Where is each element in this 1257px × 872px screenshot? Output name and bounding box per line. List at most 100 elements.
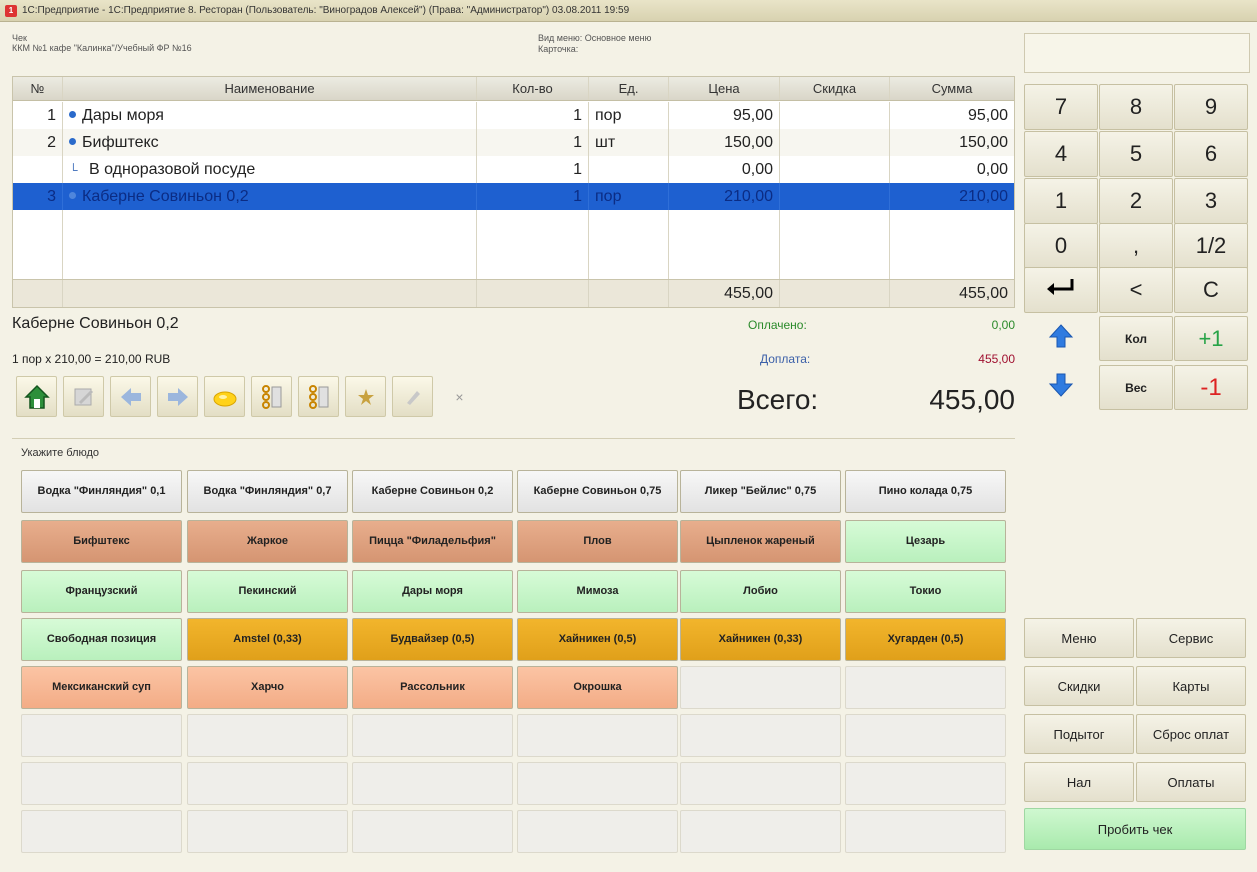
dish-button[interactable]: Будвайзер (0,5) <box>352 618 513 661</box>
dish-button[interactable]: Лобио <box>680 570 841 613</box>
column-header[interactable]: Кол-во <box>477 77 589 100</box>
key-9[interactable]: 9 <box>1174 84 1248 130</box>
dish-button[interactable]: Пицца "Филадельфия" <box>352 520 513 563</box>
empty-dish-slot <box>21 810 182 853</box>
sort-down-button[interactable] <box>298 376 339 417</box>
empty-dish-slot <box>517 714 678 757</box>
pencil-button[interactable] <box>392 376 433 417</box>
key-1[interactable]: 1 <box>1024 178 1098 224</box>
key-8[interactable]: 8 <box>1099 84 1173 130</box>
lemon-button[interactable] <box>204 376 245 417</box>
quantity-key[interactable]: Кол <box>1099 316 1173 361</box>
dish-button[interactable]: Цыпленок жареный <box>680 520 841 563</box>
dish-button[interactable]: Мимоза <box>517 570 678 613</box>
key-2[interactable]: 2 <box>1099 178 1173 224</box>
minus-one-key[interactable]: -1 <box>1174 365 1248 410</box>
kkm-info: ККМ №1 кафе "Калинка"/Учебный ФР №16 <box>12 43 192 53</box>
sort-up-button[interactable] <box>251 376 292 417</box>
item-dot-icon <box>69 192 76 199</box>
dish-button[interactable]: Хайникен (0,33) <box>680 618 841 661</box>
dish-button[interactable]: Цезарь <box>845 520 1006 563</box>
column-header[interactable]: Сумма <box>890 77 1014 100</box>
key-7[interactable]: 7 <box>1024 84 1098 130</box>
dish-button[interactable]: Свободная позиция <box>21 618 182 661</box>
row-number <box>13 156 63 183</box>
row-discount <box>780 183 890 210</box>
star-button[interactable] <box>345 376 386 417</box>
column-header[interactable]: Ед. <box>589 77 669 100</box>
sort-down-icon <box>308 384 328 409</box>
key-6[interactable]: 6 <box>1174 131 1248 177</box>
keypad-display <box>1024 33 1250 73</box>
home-button[interactable] <box>16 376 57 417</box>
row-name: Дары моря <box>82 107 164 124</box>
menu-button[interactable]: Меню <box>1024 618 1134 658</box>
enter-button[interactable] <box>1024 267 1098 313</box>
row-sum: 95,00 <box>967 107 1008 124</box>
reset-payments-button[interactable]: Сброс оплат <box>1136 714 1246 754</box>
dish-button[interactable]: Французский <box>21 570 182 613</box>
forward-button[interactable] <box>157 376 198 417</box>
dish-button[interactable]: Рассольник <box>352 666 513 709</box>
dish-button[interactable]: Бифштекс <box>21 520 182 563</box>
dish-button[interactable]: Дары моря <box>352 570 513 613</box>
dish-button[interactable]: Каберне Совиньон 0,75 <box>517 470 678 513</box>
dish-button[interactable]: Хугарден (0,5) <box>845 618 1006 661</box>
dish-button[interactable]: Пекинский <box>187 570 348 613</box>
dish-button[interactable]: Окрошка <box>517 666 678 709</box>
table-row[interactable]: └ В одноразовой посуде 1 0,00 0,00 <box>13 156 1014 183</box>
dish-button[interactable]: Водка "Финляндия" 0,7 <box>187 470 348 513</box>
dish-button[interactable]: Пино колада 0,75 <box>845 470 1006 513</box>
empty-dish-slot <box>21 714 182 757</box>
card-label: Карточка: <box>538 44 579 54</box>
table-row[interactable]: 2 Бифштекс 1 шт 150,00 150,00 <box>13 129 1014 156</box>
payments-button[interactable]: Оплаты <box>1136 762 1246 802</box>
dish-button[interactable]: Водка "Финляндия" 0,1 <box>21 470 182 513</box>
plus-one-key[interactable]: +1 <box>1174 316 1248 361</box>
dish-button[interactable]: Харчо <box>187 666 348 709</box>
cards-button[interactable]: Карты <box>1136 666 1246 706</box>
discounts-button[interactable]: Скидки <box>1024 666 1134 706</box>
key-0[interactable]: 0 <box>1024 223 1098 269</box>
subtotal-button[interactable]: Подытог <box>1024 714 1134 754</box>
column-header[interactable]: № <box>13 77 63 100</box>
dish-button[interactable]: Мексиканский суп <box>21 666 182 709</box>
empty-dish-slot <box>187 762 348 805</box>
column-header[interactable]: Наименование <box>63 77 477 100</box>
key-half[interactable]: 1/2 <box>1174 223 1248 269</box>
back-button[interactable] <box>110 376 151 417</box>
close-icon[interactable]: × <box>439 376 480 417</box>
row-qty: 1 <box>477 156 589 183</box>
key-5[interactable]: 5 <box>1099 131 1173 177</box>
app-logo-icon: 1 <box>5 5 17 17</box>
clear-key[interactable]: C <box>1174 267 1248 313</box>
dish-button[interactable]: Токио <box>845 570 1006 613</box>
dish-button[interactable]: Каберне Совиньон 0,2 <box>352 470 513 513</box>
print-check-button[interactable]: Пробить чек <box>1024 808 1246 850</box>
edit-button[interactable] <box>63 376 104 417</box>
column-header[interactable]: Цена <box>669 77 780 100</box>
key-3[interactable]: 3 <box>1174 178 1248 224</box>
row-name-cell: Бифштекс <box>63 129 477 156</box>
cash-button[interactable]: Нал <box>1024 762 1134 802</box>
key-comma[interactable]: , <box>1099 223 1173 269</box>
dish-button[interactable]: Жаркое <box>187 520 348 563</box>
row-number: 2 <box>13 129 63 156</box>
dish-button[interactable]: Ликер "Бейлис" 0,75 <box>680 470 841 513</box>
paid-label: Оплачено: <box>748 318 807 332</box>
empty-dish-slot <box>680 666 841 709</box>
table-row-selected[interactable]: 3 Каберне Совиньон 0,2 1 пор 210,00 210,… <box>13 183 1014 210</box>
backspace-key[interactable]: < <box>1099 267 1173 313</box>
dish-button[interactable]: Плов <box>517 520 678 563</box>
table-row[interactable]: 1 Дары моря 1 пор 95,00 95,00 <box>13 102 1014 129</box>
service-button[interactable]: Сервис <box>1136 618 1246 658</box>
arrow-up-button[interactable] <box>1024 316 1098 361</box>
weight-key[interactable]: Вес <box>1099 365 1173 410</box>
dish-button[interactable]: Amstel (0,33) <box>187 618 348 661</box>
key-4[interactable]: 4 <box>1024 131 1098 177</box>
dish-button[interactable]: Хайникен (0,5) <box>517 618 678 661</box>
arrow-down-button[interactable] <box>1024 365 1098 410</box>
row-name-cell: └ В одноразовой посуде <box>63 156 477 183</box>
row-number: 1 <box>13 102 63 129</box>
column-header[interactable]: Скидка <box>780 77 890 100</box>
